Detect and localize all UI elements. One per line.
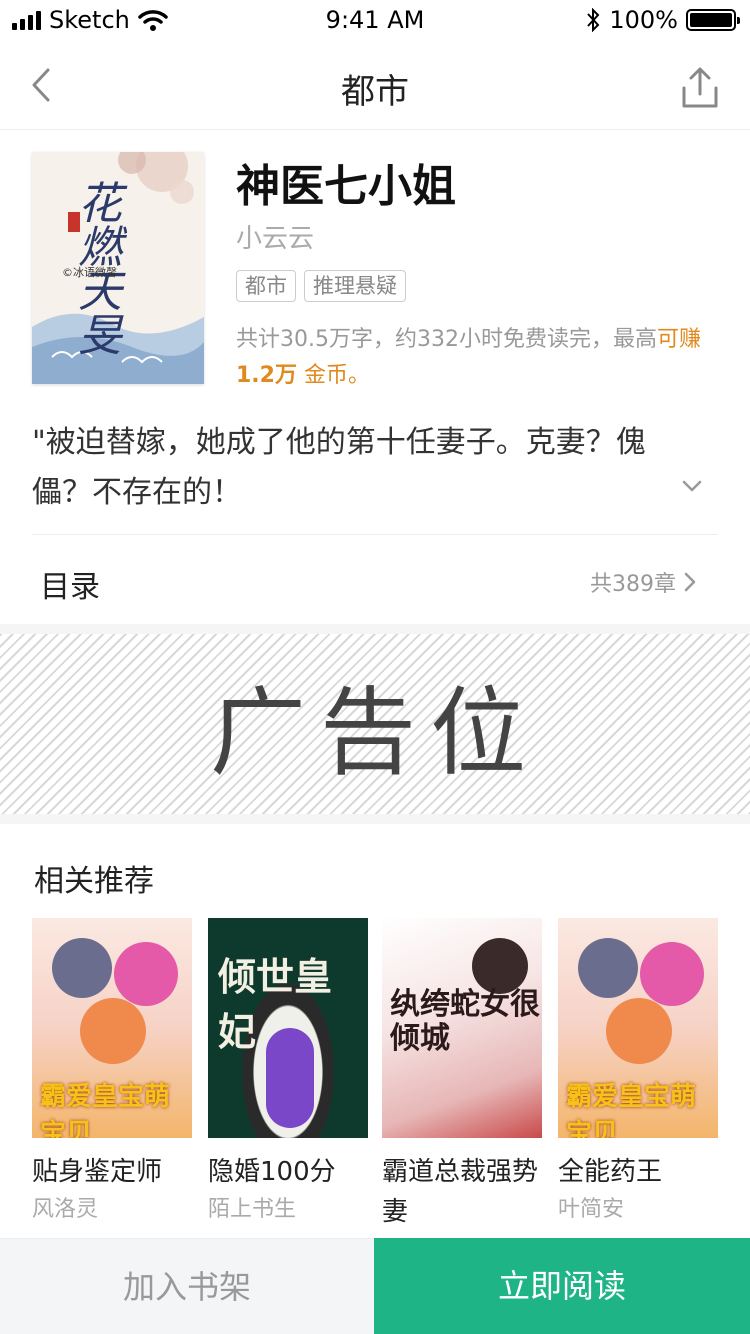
recommend-name: 全能药王 bbox=[558, 1157, 663, 1187]
ad-section: 广告位 bbox=[0, 624, 750, 824]
divider bbox=[32, 534, 718, 535]
status-right: 100% bbox=[585, 6, 740, 34]
recommend-item[interactable]: 纨绔蛇女很倾城 霸道总裁强势妻 bbox=[382, 918, 542, 1232]
stats-amount: 1.2万 bbox=[236, 363, 297, 388]
tag-item[interactable]: 都市 bbox=[236, 270, 296, 302]
status-bar: Sketch 9:41 AM 100% bbox=[0, 0, 750, 40]
chevron-right-icon bbox=[684, 572, 696, 592]
recommend-title: 相关推荐 bbox=[34, 864, 154, 899]
recommend-author: 陌上书生 bbox=[208, 1197, 297, 1222]
chevron-down-icon[interactable] bbox=[678, 472, 706, 500]
ad-slot[interactable]: 广告位 bbox=[0, 634, 750, 814]
book-title: 神医七小姐 bbox=[236, 161, 456, 212]
bluetooth-icon bbox=[587, 8, 600, 32]
stats-suffix: 金币。 bbox=[303, 363, 370, 388]
recommend-item[interactable]: 霸爱皇宝萌宝贝 全能药王 叶简安 bbox=[558, 918, 718, 1228]
catalog-count: 共389章 bbox=[590, 572, 676, 597]
book-author[interactable]: 小云云 bbox=[236, 218, 314, 255]
book-synopsis: "被迫替嫁，她成了他的第十任妻子。克妻？傀儡？不存在的！ bbox=[32, 425, 646, 510]
recommend-cover: 倾世皇妃 bbox=[208, 918, 368, 1138]
catalog-label: 目录 bbox=[40, 570, 100, 605]
add-to-shelf-button[interactable]: 加入书架 bbox=[0, 1238, 374, 1334]
tag-item[interactable]: 推理悬疑 bbox=[304, 270, 406, 302]
stats-earn: 可赚 bbox=[656, 327, 701, 352]
recommend-cover: 霸爱皇宝萌宝贝 bbox=[558, 918, 718, 1138]
recommend-item[interactable]: 霸爱皇宝萌宝贝 贴身鉴定师 风洛灵 bbox=[32, 918, 192, 1228]
recommend-name: 霸道总裁强势妻 bbox=[382, 1157, 539, 1227]
read-now-button[interactable]: 立即阅读 bbox=[374, 1238, 750, 1334]
battery-percent: 100% bbox=[609, 6, 678, 34]
cover-text: 霸爱皇宝萌宝贝 bbox=[566, 1082, 697, 1138]
recommend-author: 风洛灵 bbox=[32, 1197, 99, 1222]
cover-author: ©冰语微馨 bbox=[62, 266, 117, 279]
battery-icon bbox=[686, 9, 740, 31]
recommend-name: 贴身鉴定师 bbox=[32, 1157, 163, 1187]
ad-label: 广告位 bbox=[210, 676, 540, 789]
catalog-row[interactable]: 目录 共389章 bbox=[0, 536, 750, 624]
recommend-name: 隐婚100分 bbox=[208, 1157, 336, 1187]
recommend-cover: 霸爱皇宝萌宝贝 bbox=[32, 918, 192, 1138]
cover-text: 霸爱皇宝萌宝贝 bbox=[40, 1082, 171, 1138]
stats-prefix: 共计30.5万字，约332小时免费读完，最高 bbox=[236, 327, 657, 352]
book-stats: 共计30.5万字，约332小时免费读完，最高可赚 1.2万 金币。 bbox=[236, 322, 726, 394]
share-icon[interactable] bbox=[678, 66, 722, 110]
recommend-cover: 纨绔蛇女很倾城 bbox=[382, 918, 542, 1138]
bottom-action-bar: 加入书架 立即阅读 bbox=[0, 1238, 750, 1334]
cover-text: 纨绔蛇女很倾城 bbox=[390, 987, 540, 1056]
recommend-item[interactable]: 倾世皇妃 隐婚100分 陌上书生 bbox=[208, 918, 368, 1228]
recommend-author: 叶简安 bbox=[558, 1197, 625, 1222]
book-cover: 花燃天旻 ©冰语微馨 bbox=[32, 152, 204, 384]
nav-bar: 都市 bbox=[0, 40, 750, 130]
page-title: 都市 bbox=[341, 72, 409, 112]
tag-list: 都市 推理悬疑 bbox=[236, 270, 406, 302]
